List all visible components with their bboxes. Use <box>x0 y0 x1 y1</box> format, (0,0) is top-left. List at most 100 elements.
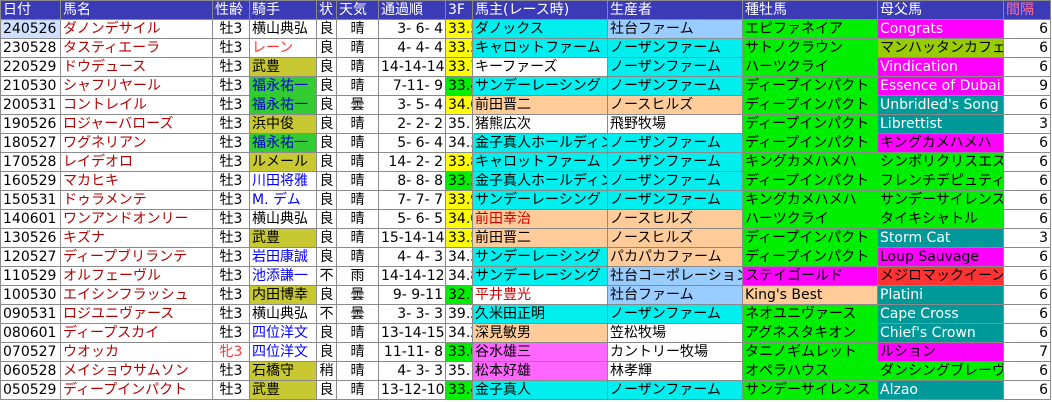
table-row[interactable]: 060528メイショウサムソン牡3石橋守稍晴4- 3- 335.1松本好雄林孝輝… <box>0 361 1051 381</box>
damsire-cell: タイキシャトル <box>877 209 1004 229</box>
table-row[interactable]: 240526ダノンデサイル牡3横山典弘良晴3- 6- 433.5ダノックス社台フ… <box>0 19 1051 39</box>
damsire-cell: Essence of Dubai <box>877 76 1004 96</box>
header-weather[interactable]: 天気 <box>336 0 379 20</box>
horse-name-cell[interactable]: ダノンデサイル <box>60 19 213 39</box>
sire-cell: オペラハウス <box>742 361 878 381</box>
weather-cell: 晴 <box>336 133 379 153</box>
table-row[interactable]: 080601ディープスカイ牡3四位洋文良晴13-14-1534.2深見敏男笠松牧… <box>0 323 1051 343</box>
track-condition-cell: 稍 <box>316 361 337 381</box>
horse-name-cell[interactable]: ロジユニヴァース <box>60 304 213 324</box>
date-cell: 150531 <box>0 190 61 210</box>
table-row[interactable]: 070527ウオッカ牝3四位洋文良晴11-11- 833.0谷水雄三カントリー牧… <box>0 342 1051 362</box>
horse-name-cell[interactable]: コントレイル <box>60 95 213 115</box>
header-owner[interactable]: 馬主(レース時) <box>472 0 608 20</box>
damsire-cell: Unbridled's Song <box>877 95 1004 115</box>
header-sex-age[interactable]: 性齢 <box>212 0 250 20</box>
table-row[interactable]: 220529ドウデュース牡3武豊良晴14-14-1433.7キーファーズノーザン… <box>0 57 1051 77</box>
interval-cell: 6 <box>1003 266 1051 286</box>
interval-cell: 6 <box>1003 380 1051 400</box>
horse-name-cell[interactable]: ディープブリランテ <box>60 247 213 267</box>
table-row[interactable]: 110529オルフェーヴル牡3池添謙一不雨14-14-1234.8サンデーレーシ… <box>0 266 1051 286</box>
horse-name-cell[interactable]: レイデオロ <box>60 152 213 172</box>
damsire-cell: ルション <box>877 342 1004 362</box>
breeder-cell: ノースヒルズ <box>607 228 743 248</box>
sire-cell: ディープインパクト <box>742 247 878 267</box>
header-passing[interactable]: 通過順 <box>378 0 446 20</box>
table-row[interactable]: 130526キズナ牡3武豊良晴15-14-1433.5前田晋二ノースヒルズディー… <box>0 228 1051 248</box>
interval-cell: 9 <box>1003 76 1051 96</box>
weather-cell: 晴 <box>336 114 379 134</box>
track-condition-cell: 不 <box>316 304 337 324</box>
weather-cell: 晴 <box>336 152 379 172</box>
sire-cell: ハーツクライ <box>742 57 878 77</box>
horse-name-cell[interactable]: ディープスカイ <box>60 323 213 343</box>
sire-cell: ディープインパクト <box>742 76 878 96</box>
horse-name-cell[interactable]: タスティエーラ <box>60 38 213 58</box>
last-3f-cell: 33.7 <box>445 57 473 77</box>
passing-order-cell: 7- 7- 7 <box>378 190 446 210</box>
horse-name-cell[interactable]: キズナ <box>60 228 213 248</box>
horse-name-cell[interactable]: ドゥラメンテ <box>60 190 213 210</box>
sire-cell: King's Best <box>742 285 878 305</box>
horse-name-cell[interactable]: ウオッカ <box>60 342 213 362</box>
jockey-cell: 池添謙一 <box>249 266 317 286</box>
table-row[interactable]: 120527ディープブリランテ牡3岩田康誠良晴4- 4- 334.3サンデーレー… <box>0 247 1051 267</box>
header-date[interactable]: 日付 <box>0 0 61 20</box>
passing-order-cell: 15-14-14 <box>378 228 446 248</box>
breeder-cell: ノースヒルズ <box>607 209 743 229</box>
sex-age-cell: 牡3 <box>212 304 250 324</box>
table-row[interactable]: 180527ワグネリアン牡3福永祐一良晴5- 6- 434.3金子真人ホールディ… <box>0 133 1051 153</box>
weather-cell: 曇 <box>336 285 379 305</box>
owner-cell: サンデーレーシング <box>472 266 608 286</box>
horse-name-cell[interactable]: エイシンフラッシュ <box>60 285 213 305</box>
header-3f[interactable]: 3F <box>445 0 473 20</box>
horse-name-cell[interactable]: オルフェーヴル <box>60 266 213 286</box>
breeder-cell: ノーザンファーム <box>607 76 743 96</box>
weather-cell: 晴 <box>336 380 379 400</box>
owner-cell: 金子真人ホールディングス <box>472 133 608 153</box>
table-row[interactable]: 140601ワンアンドオンリー牡3横山典弘良晴5- 6- 534.0前田幸治ノー… <box>0 209 1051 229</box>
horse-name-cell[interactable]: ディープインパクト <box>60 380 213 400</box>
damsire-cell: キングカメハメハ <box>877 133 1004 153</box>
passing-order-cell: 2- 2- 2 <box>378 114 446 134</box>
header-jockey[interactable]: 騎手 <box>249 0 317 20</box>
table-row[interactable]: 210530シャフリヤール牡3福永祐一良晴7-11- 933.4サンデーレーシン… <box>0 76 1051 96</box>
horse-name-cell[interactable]: ロジャーバローズ <box>60 114 213 134</box>
table-row[interactable]: 230528タスティエーラ牡3レーン良晴4- 4- 433.5キャロットファーム… <box>0 38 1051 58</box>
header-breeder[interactable]: 生産者 <box>607 0 743 20</box>
passing-order-cell: 4- 4- 4 <box>378 38 446 58</box>
horse-name-cell[interactable]: ワンアンドオンリー <box>60 209 213 229</box>
table-row[interactable]: 100530エイシンフラッシュ牡3内田博幸良曇9- 9-1132.7平井豊光社台… <box>0 285 1051 305</box>
table-row[interactable]: 150531ドゥラメンテ牡3M. デム良晴7- 7- 733.9サンデーレーシン… <box>0 190 1051 210</box>
interval-cell: 6 <box>1003 95 1051 115</box>
horse-name-cell[interactable]: ワグネリアン <box>60 133 213 153</box>
horse-name-cell[interactable]: ドウデュース <box>60 57 213 77</box>
header-damsire[interactable]: 母父馬 <box>877 0 1004 20</box>
horse-name-cell[interactable]: シャフリヤール <box>60 76 213 96</box>
breeder-cell: 林孝輝 <box>607 361 743 381</box>
horse-name-cell[interactable]: マカヒキ <box>60 171 213 191</box>
jockey-cell: ルメール <box>249 152 317 172</box>
breeder-cell: ノーザンファーム <box>607 133 743 153</box>
track-condition-cell: 良 <box>316 76 337 96</box>
table-row[interactable]: 190526ロジャーバローズ牡3浜中俊良晴2- 2- 235.1猪熊広次飛野牧場… <box>0 114 1051 134</box>
owner-cell: 前田晋二 <box>472 95 608 115</box>
passing-order-cell: 5- 6- 4 <box>378 133 446 153</box>
passing-order-cell: 9- 9-11 <box>378 285 446 305</box>
table-row[interactable]: 170528レイデオロ牡3ルメール良晴14- 2- 233.8キャロットファーム… <box>0 152 1051 172</box>
sire-cell: ディープインパクト <box>742 133 878 153</box>
table-row[interactable]: 200531コントレイル牡3福永祐一良曇3- 5- 434.0前田晋二ノースヒル… <box>0 95 1051 115</box>
breeder-cell: 笠松牧場 <box>607 323 743 343</box>
table-row[interactable]: 050529ディープインパクト牡3武豊良晴13-12-1033.4金子真人ノーザ… <box>0 380 1051 400</box>
header-track[interactable]: 状 <box>316 0 337 20</box>
horse-name-cell[interactable]: メイショウサムソン <box>60 361 213 381</box>
header-interval[interactable]: 間隔 <box>1003 0 1051 20</box>
date-cell: 240526 <box>0 19 61 39</box>
jockey-cell: M. デム <box>249 190 317 210</box>
owner-cell: サンデーレーシング <box>472 247 608 267</box>
last-3f-cell: 34.8 <box>445 266 473 286</box>
table-row[interactable]: 160529マカヒキ牡3川田将雅良晴8- 8- 833.3金子真人ホールディング… <box>0 171 1051 191</box>
header-horse[interactable]: 馬名 <box>60 0 213 20</box>
table-row[interactable]: 090531ロジユニヴァース牡3横山典弘不曇3- 3- 339.2久米田正明ノー… <box>0 304 1051 324</box>
header-sire[interactable]: 種牡馬 <box>742 0 878 20</box>
